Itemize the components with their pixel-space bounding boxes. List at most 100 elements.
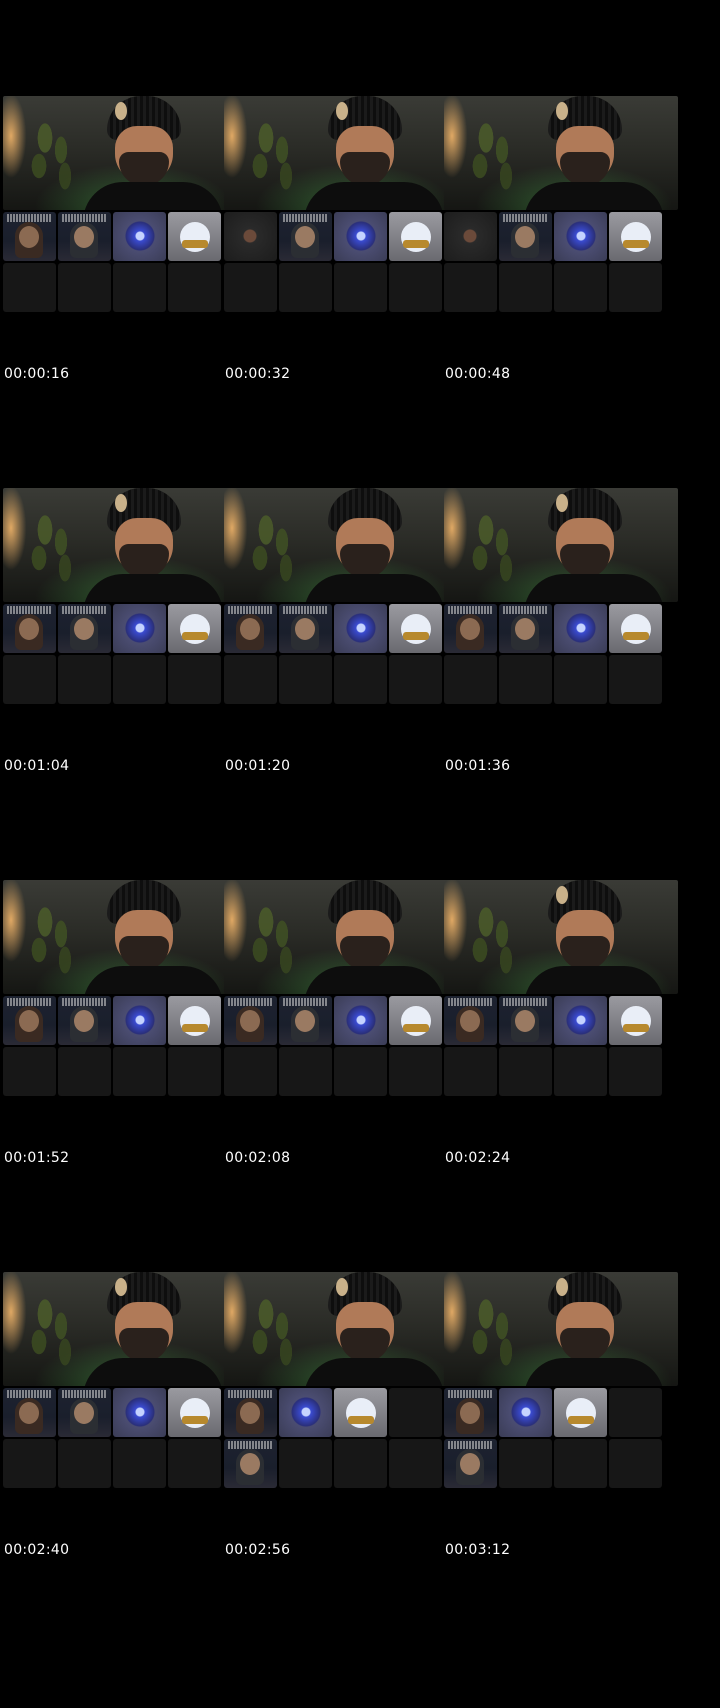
empty-tile <box>279 263 332 312</box>
plant-background <box>246 114 302 204</box>
empty-tile <box>58 263 111 312</box>
speaker-figure <box>83 1272 223 1386</box>
main-speaker-video <box>224 96 458 210</box>
empty-tile <box>389 1047 442 1096</box>
empty-tile <box>113 1439 166 1488</box>
timestamp-label: 00:01:20 <box>225 758 291 774</box>
empty-tile <box>113 655 166 704</box>
main-speaker-video <box>444 96 678 210</box>
participant-tile[interactable] <box>58 212 111 261</box>
participant-tile[interactable] <box>609 212 662 261</box>
plant-background <box>25 1290 81 1380</box>
empty-tile <box>279 655 332 704</box>
main-speaker-video <box>3 488 237 602</box>
empty-tile <box>554 263 607 312</box>
main-speaker-video <box>3 880 237 994</box>
empty-tile <box>224 263 277 312</box>
plant-background <box>466 506 522 596</box>
participant-tile[interactable] <box>609 604 662 653</box>
participant-tile[interactable] <box>334 1388 387 1437</box>
participant-tile[interactable] <box>3 996 56 1045</box>
participant-tile[interactable] <box>279 604 332 653</box>
participant-tile[interactable] <box>279 1388 332 1437</box>
speaker-figure <box>304 1272 444 1386</box>
participant-tile[interactable] <box>389 604 442 653</box>
participant-tile[interactable] <box>3 212 56 261</box>
plant-background <box>466 898 522 988</box>
participant-grid <box>444 212 678 312</box>
participant-tile[interactable] <box>554 604 607 653</box>
participant-tile[interactable] <box>3 1388 56 1437</box>
speaker-figure <box>83 880 223 994</box>
empty-tile <box>58 655 111 704</box>
participant-tile[interactable] <box>554 212 607 261</box>
main-speaker-video <box>444 488 678 602</box>
empty-tile <box>334 263 387 312</box>
participant-tile[interactable] <box>334 996 387 1045</box>
empty-tile <box>168 263 221 312</box>
participant-tile[interactable] <box>444 1439 497 1488</box>
participant-tile[interactable] <box>58 996 111 1045</box>
participant-tile[interactable] <box>113 996 166 1045</box>
participant-tile[interactable] <box>609 996 662 1045</box>
participant-tile[interactable] <box>58 1388 111 1437</box>
participant-tile[interactable] <box>499 212 552 261</box>
empty-tile <box>168 1439 221 1488</box>
speaker-figure <box>524 880 664 994</box>
participant-tile[interactable] <box>224 1439 277 1488</box>
participant-tile[interactable] <box>444 1388 497 1437</box>
empty-tile <box>609 1047 662 1096</box>
empty-tile <box>389 263 442 312</box>
empty-tile <box>609 1439 662 1488</box>
participant-tile[interactable] <box>499 996 552 1045</box>
participant-tile[interactable] <box>58 604 111 653</box>
participant-tile[interactable] <box>224 1388 277 1437</box>
participant-tile[interactable] <box>224 212 277 261</box>
participant-grid <box>224 212 458 312</box>
participant-tile[interactable] <box>224 604 277 653</box>
timestamp-label: 00:00:48 <box>445 366 511 382</box>
empty-tile <box>609 1388 662 1437</box>
participant-grid <box>444 604 678 704</box>
participant-tile[interactable] <box>389 996 442 1045</box>
empty-tile <box>3 263 56 312</box>
participant-tile[interactable] <box>113 212 166 261</box>
empty-tile <box>444 655 497 704</box>
participant-tile[interactable] <box>168 604 221 653</box>
participant-tile[interactable] <box>168 1388 221 1437</box>
participant-tile[interactable] <box>389 212 442 261</box>
empty-tile <box>389 1439 442 1488</box>
plant-background <box>25 114 81 204</box>
empty-tile <box>3 655 56 704</box>
empty-tile <box>58 1439 111 1488</box>
participant-tile[interactable] <box>334 212 387 261</box>
participant-tile[interactable] <box>444 212 497 261</box>
empty-tile <box>499 655 552 704</box>
empty-tile <box>3 1439 56 1488</box>
participant-tile[interactable] <box>168 212 221 261</box>
participant-grid <box>224 604 458 704</box>
participant-tile[interactable] <box>499 1388 552 1437</box>
empty-tile <box>444 1047 497 1096</box>
participant-tile[interactable] <box>444 996 497 1045</box>
plant-background <box>246 1290 302 1380</box>
participant-tile[interactable] <box>279 996 332 1045</box>
participant-tile[interactable] <box>554 996 607 1045</box>
participant-tile[interactable] <box>554 1388 607 1437</box>
empty-tile <box>554 1047 607 1096</box>
participant-tile[interactable] <box>113 1388 166 1437</box>
empty-tile <box>499 1047 552 1096</box>
participant-tile[interactable] <box>499 604 552 653</box>
main-speaker-video <box>444 880 678 994</box>
participant-tile[interactable] <box>3 604 56 653</box>
timestamp-label: 00:01:36 <box>445 758 511 774</box>
main-speaker-video <box>444 1272 678 1386</box>
participant-tile[interactable] <box>168 996 221 1045</box>
participant-tile[interactable] <box>279 212 332 261</box>
empty-tile <box>113 1047 166 1096</box>
participant-tile[interactable] <box>444 604 497 653</box>
participant-tile[interactable] <box>113 604 166 653</box>
participant-tile[interactable] <box>334 604 387 653</box>
plant-background <box>25 898 81 988</box>
participant-tile[interactable] <box>224 996 277 1045</box>
